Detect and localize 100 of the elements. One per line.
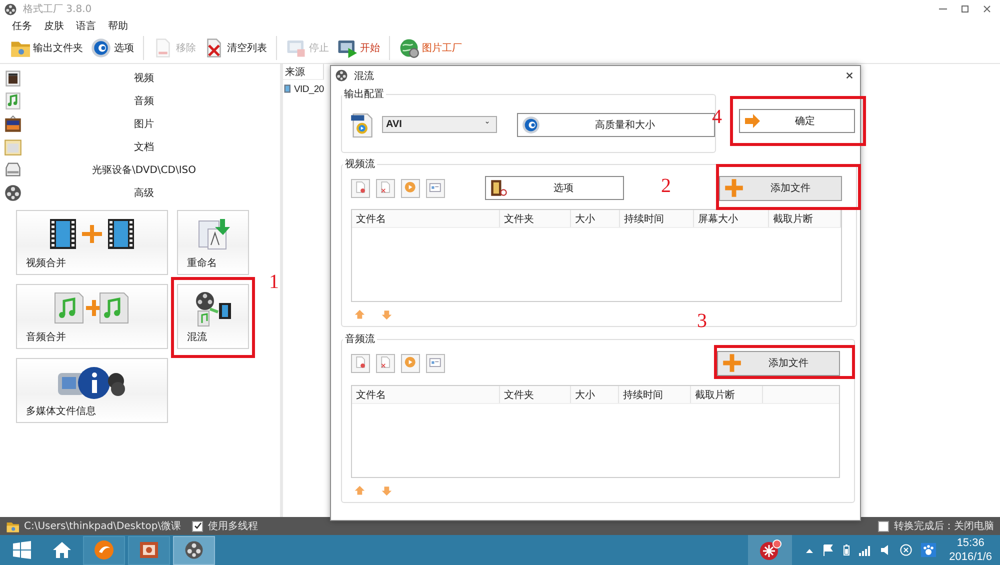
column-header: 文件夹 bbox=[500, 386, 571, 403]
menu-item[interactable]: 帮助 bbox=[102, 18, 134, 32]
file-name: VID_20 bbox=[294, 84, 324, 94]
move-down-button[interactable] bbox=[381, 484, 394, 498]
taskbar-app[interactable] bbox=[83, 536, 125, 564]
list-icon bbox=[428, 181, 442, 195]
menu-item[interactable]: 语言 bbox=[70, 18, 102, 32]
up-arrow-icon bbox=[354, 484, 367, 498]
close-icon bbox=[982, 4, 992, 14]
tool-tile[interactable]: 重命名 bbox=[177, 210, 249, 275]
column-header: 截取片断 bbox=[691, 386, 763, 403]
category-item[interactable]: 图片 bbox=[0, 112, 280, 135]
info-button[interactable] bbox=[426, 178, 445, 198]
play-icon bbox=[404, 356, 418, 370]
clapperboard-icon bbox=[4, 68, 22, 86]
signal-icon bbox=[859, 544, 872, 556]
menu-item[interactable]: 任务 bbox=[6, 18, 38, 32]
category-item[interactable]: 视频 bbox=[0, 66, 280, 89]
column-header: 来源 bbox=[283, 64, 324, 80]
film-icon bbox=[283, 83, 293, 95]
document-add-icon bbox=[354, 356, 368, 370]
battery-icon bbox=[843, 544, 850, 556]
clock-date: 2016/1/6 bbox=[949, 550, 992, 564]
toolbar-button[interactable]: 选项 bbox=[89, 36, 136, 60]
globe-icon bbox=[399, 38, 419, 58]
remove-item-button[interactable] bbox=[376, 354, 395, 372]
options-button[interactable]: 选项 bbox=[485, 176, 624, 200]
tool-tile[interactable]: 视频合并 bbox=[16, 210, 168, 275]
clock-time: 15:36 bbox=[956, 536, 984, 550]
category-item[interactable]: 光驱设备\DVD\CD\ISO bbox=[0, 158, 280, 181]
paw-icon bbox=[921, 543, 936, 557]
ok-button[interactable]: 确定 bbox=[739, 109, 855, 133]
move-up-button[interactable] bbox=[354, 308, 367, 322]
reel-icon bbox=[4, 184, 22, 202]
document-minus-icon bbox=[153, 38, 173, 58]
category-item[interactable]: 音频 bbox=[0, 89, 280, 112]
folder-path: C:\Users\thinkpad\Desktop\微课 bbox=[24, 520, 182, 533]
column-header: 截取片断 bbox=[769, 210, 841, 227]
play-icon bbox=[404, 181, 418, 195]
toolbar-button[interactable]: 清空列表 bbox=[202, 36, 269, 60]
maximize-icon bbox=[960, 4, 970, 14]
preview-button[interactable] bbox=[401, 354, 420, 372]
down-arrow-icon bbox=[381, 484, 394, 498]
column-header: 文件名 bbox=[352, 210, 500, 227]
letters-icon bbox=[196, 217, 230, 251]
reel-icon bbox=[4, 2, 17, 16]
flag-icon bbox=[822, 544, 834, 556]
settings-icon bbox=[522, 116, 540, 134]
music-note-icon bbox=[4, 92, 22, 110]
document-cross-icon bbox=[204, 38, 224, 58]
document-icon bbox=[4, 138, 22, 156]
window-title: 格式工厂 3.8.0 bbox=[23, 2, 93, 16]
tool-tile[interactable]: 混流 bbox=[177, 284, 249, 349]
arrow-icon bbox=[744, 113, 760, 129]
checkbox[interactable] bbox=[878, 520, 889, 532]
slides-icon bbox=[139, 541, 159, 559]
add-item-button[interactable] bbox=[351, 354, 370, 372]
x-circle-icon bbox=[900, 544, 912, 556]
category-item[interactable]: 文档 bbox=[0, 135, 280, 158]
category-item[interactable]: 高级 bbox=[0, 181, 280, 204]
add-file-button[interactable]: 添加文件 bbox=[717, 350, 840, 376]
preview-button[interactable] bbox=[401, 178, 420, 198]
add-item-button[interactable] bbox=[351, 178, 370, 198]
check-icon bbox=[194, 522, 202, 530]
toolbar-button[interactable]: 图片工厂 bbox=[397, 36, 464, 60]
info-button[interactable] bbox=[426, 354, 445, 372]
move-up-button[interactable] bbox=[354, 484, 367, 498]
column-header: 大小 bbox=[571, 386, 619, 403]
notification-icon bbox=[758, 539, 782, 561]
film-merge-icon bbox=[48, 217, 136, 251]
remove-item-button[interactable] bbox=[376, 178, 395, 198]
menu-item[interactable]: 皮肤 bbox=[38, 18, 70, 32]
image-icon bbox=[4, 114, 22, 132]
drive-icon bbox=[4, 160, 22, 178]
checkbox[interactable] bbox=[192, 520, 204, 532]
taskbar-app[interactable] bbox=[128, 536, 170, 564]
checkbox-label: 转换完成后：关闭电脑 bbox=[894, 520, 994, 533]
toolbar-button[interactable]: 开始 bbox=[335, 36, 382, 60]
column-header: 大小 bbox=[571, 210, 620, 227]
settings-icon bbox=[91, 38, 111, 58]
move-down-button[interactable] bbox=[381, 308, 394, 322]
tool-tile[interactable]: 音频合并 bbox=[16, 284, 168, 349]
up-arrow-icon bbox=[354, 308, 367, 322]
column-header: 文件名 bbox=[352, 386, 500, 403]
tray-app-button[interactable] bbox=[748, 535, 792, 565]
list-icon bbox=[428, 356, 442, 370]
close-icon bbox=[845, 71, 854, 80]
document-add-icon bbox=[354, 181, 368, 195]
group-label: 音频流 bbox=[344, 332, 376, 346]
checkbox-label: 使用多线程 bbox=[208, 520, 258, 533]
group-label: 输出配置 bbox=[343, 88, 385, 101]
taskbar-app[interactable] bbox=[173, 536, 215, 564]
format-dropdown[interactable]: AVI bbox=[382, 116, 497, 133]
music-merge-icon bbox=[54, 291, 130, 325]
add-file-button[interactable]: 添加文件 bbox=[719, 176, 842, 200]
monitor-stop-icon bbox=[286, 38, 306, 58]
toolbar-button[interactable]: 输出文件夹 bbox=[8, 36, 85, 60]
tool-tile[interactable]: 多媒体文件信息 bbox=[16, 358, 168, 423]
reel-icon bbox=[184, 540, 204, 560]
annotation-number: 4 bbox=[712, 107, 722, 127]
